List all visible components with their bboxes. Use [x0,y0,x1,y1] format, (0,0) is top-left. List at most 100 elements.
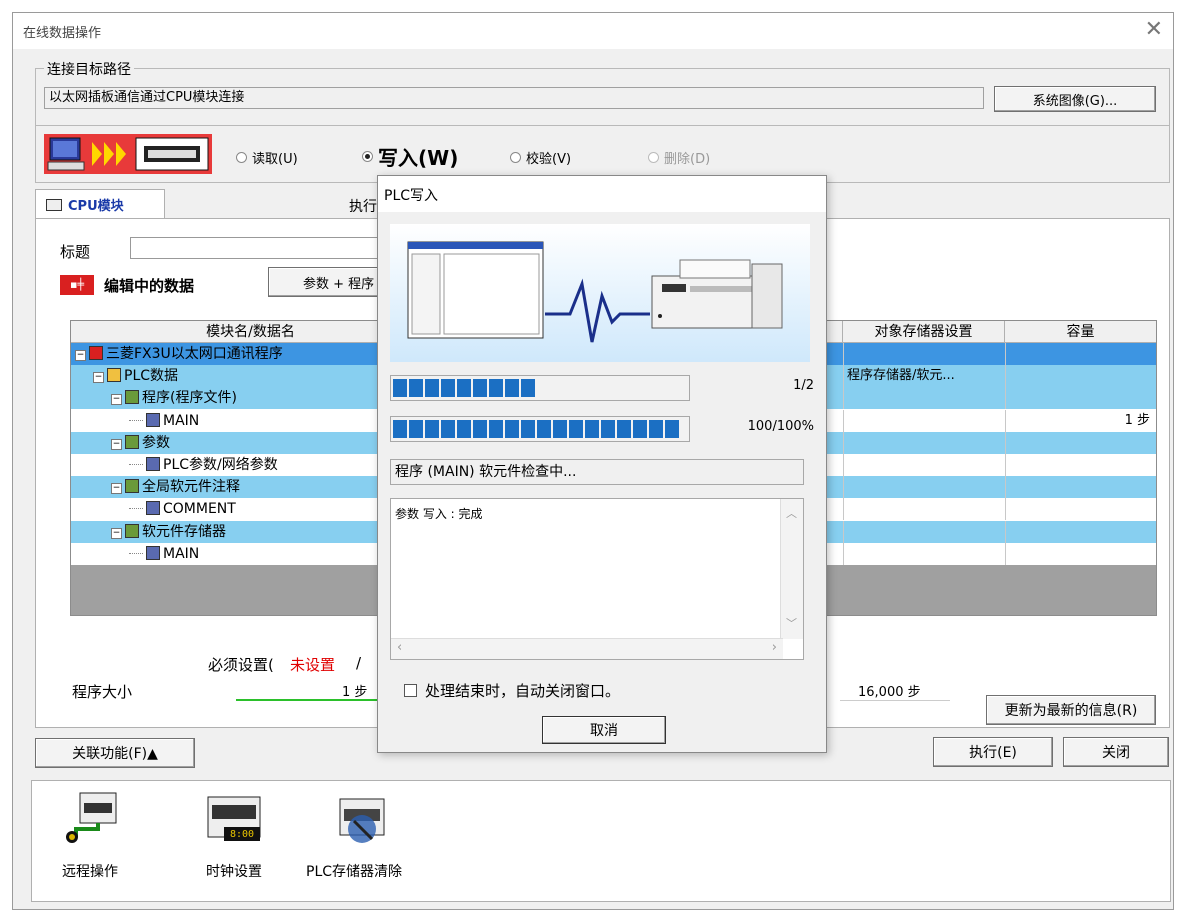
clock-setting-item[interactable]: 8:00 时钟设置 [200,789,270,883]
header-target-memory[interactable]: 对象存储器设置 [843,321,1005,343]
module-icon [46,198,62,211]
tree-node-icon [125,390,139,405]
program-size-total: 16,000 步 [858,685,921,700]
auto-close-checkbox[interactable] [404,684,417,697]
row-target-memory: 程序存储器/软元... [847,368,955,384]
tree-node-icon [89,346,103,360]
remote-operation-label: 远程操作 [62,864,118,880]
row-capacity [1005,454,1150,476]
clock-display: 8:00 [230,829,255,840]
tab-cpu-module[interactable]: CPU模块 [35,189,165,219]
tree-node-icon [146,501,160,516]
row-name-label: PLC数据 [124,368,179,385]
header-capacity[interactable]: 容量 [1005,321,1156,343]
clock-setting-label: 时钟设置 [206,864,262,880]
progress-segment [425,420,439,438]
radio-verify[interactable]: 校验(V) [510,148,571,167]
overall-progress-bar [390,375,690,401]
column-separator [1005,387,1006,410]
column-separator [843,343,844,365]
radio-read[interactable]: 读取(U) [236,148,298,167]
collapse-icon[interactable]: − [111,394,122,406]
column-separator [1005,520,1006,543]
row-capacity [1005,365,1150,387]
row-target-memory [847,432,1003,454]
scroll-down-icon[interactable]: ﹀ [786,615,797,631]
row-name-label: 三菱FX3U以太网口通讯程序 [106,346,283,362]
radio-write[interactable]: 写入(W) [362,142,458,171]
row-name-label: PLC参数/网络参数 [163,457,278,473]
program-size-used: 1 步 [342,685,368,700]
row-capacity: 1 步 [1124,412,1150,428]
collapse-icon[interactable]: − [93,372,104,384]
progress-segment [457,420,471,438]
radio-verify-circle [510,152,521,163]
column-separator [1005,476,1006,499]
update-info-button[interactable]: 更新为最新的信息(R) [986,695,1156,725]
tab-execute-partial[interactable]: 执行 [349,196,377,216]
tree-line [129,464,143,465]
title-bar: 在线数据操作 ✕ [13,13,1173,49]
row-target-memory [847,410,1003,432]
column-separator [843,520,844,543]
progress-segment [489,379,503,397]
execute-button[interactable]: 执行(E) [933,737,1053,767]
cancel-button[interactable]: 取消 [542,716,666,744]
memory-clear-item[interactable]: PLC存储器清除 [302,789,432,883]
editing-data-icon: ▪╪ [60,275,94,295]
auto-close-label: 处理结束时，自动关闭窗口。 [425,682,621,700]
related-functions-button[interactable]: 关联功能(F)▲ [35,738,195,768]
column-separator [843,409,844,432]
dialog-title-bar: PLC写入 [378,176,826,212]
progress-segment [617,420,631,438]
progress-segment [537,420,551,438]
system-image-button[interactable]: 系统图像(G)... [994,86,1156,112]
row-target-memory [847,476,1003,498]
progress-segment [649,420,663,438]
scroll-left-icon[interactable]: ‹ [397,640,402,655]
progress-segment [441,379,455,397]
title-input[interactable] [130,237,390,259]
progress-segment [633,420,647,438]
row-name-label: 参数 [142,434,170,451]
column-separator [1005,409,1006,432]
column-separator [843,498,844,521]
row-target-memory [847,521,1003,543]
dialog-title: PLC写入 [384,188,439,204]
scroll-right-icon[interactable]: › [772,640,777,655]
remote-operation-item[interactable]: 远程操作 [62,789,122,883]
log-horizontal-scrollbar[interactable]: ‹ › [391,638,783,659]
connection-path-group: 连接目标路径 以太网插板通信通过CPU模块连接 系统图像(G)... [35,59,1170,126]
scroll-up-icon[interactable]: ︿ [786,505,797,521]
row-target-memory [847,543,1003,565]
row-capacity [1005,343,1150,365]
tree-node-icon [125,434,139,449]
auto-close-option[interactable]: 处理结束时，自动关闭窗口。 [404,680,620,701]
log-text: 参数 写入 : 完成 [395,507,483,521]
progress-segment [521,379,535,397]
collapse-icon[interactable]: − [111,438,122,450]
close-button[interactable]: 关闭 [1063,737,1169,767]
program-size-label: 程序大小 [72,683,133,701]
collapse-icon[interactable]: − [111,527,122,539]
radio-write-circle [362,151,373,162]
collapse-icon[interactable]: − [111,483,122,495]
connection-path-label: 连接目标路径 [44,59,134,79]
progress-segment [441,420,455,438]
log-box[interactable]: 参数 写入 : 完成 ︿ ﹀ ‹ › [390,498,804,660]
editing-data-label: 编辑中的数据 [104,277,195,295]
column-separator [1005,454,1006,476]
collapse-icon[interactable]: − [75,350,86,361]
row-capacity [1005,432,1150,454]
row-name-label: MAIN [163,412,200,429]
progress-segment [553,420,567,438]
progress-segment [393,420,407,438]
tree-node-icon [146,545,160,560]
progress-segment [425,379,439,397]
row-capacity [1005,498,1150,520]
close-icon[interactable]: ✕ [1145,17,1163,42]
row-capacity [1005,387,1150,409]
log-vertical-scrollbar[interactable]: ︿ ﹀ [780,499,803,639]
related-functions-panel: 远程操作 8:00 时钟设置 PLC存储器清除 [31,780,1171,902]
radio-delete-label: 删除(D) [664,152,711,167]
